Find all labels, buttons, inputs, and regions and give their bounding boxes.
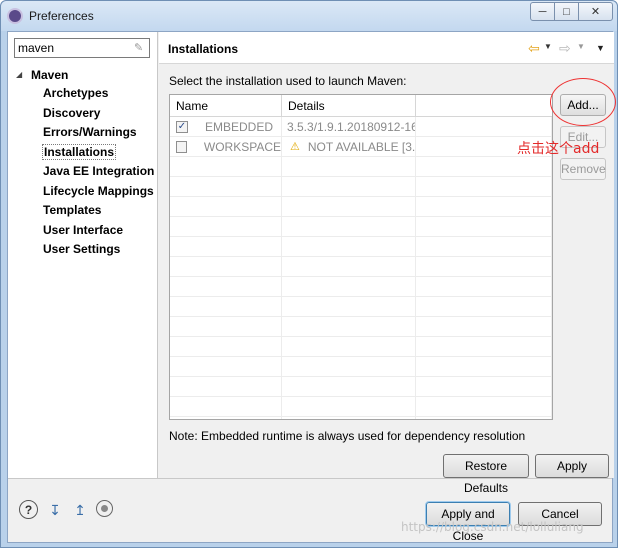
tree-item-user-interface[interactable]: User Interface bbox=[16, 221, 154, 241]
minimize-button[interactable]: ─ bbox=[530, 2, 555, 21]
watermark: https://blog.csdn.net/lolluliang bbox=[401, 520, 584, 534]
maximize-icon: □ bbox=[563, 5, 570, 18]
tree-item-label: Installations bbox=[41, 143, 117, 160]
forward-arrow-icon[interactable]: ⇨ bbox=[559, 40, 571, 57]
checkbox-unchecked[interactable] bbox=[176, 141, 187, 153]
empty-row bbox=[170, 257, 552, 277]
table-header: Name Details bbox=[170, 95, 552, 117]
tree-node-label: Maven bbox=[31, 67, 69, 82]
tree-item-label: Lifecycle Mappings bbox=[43, 183, 154, 198]
instruction-text: Select the installation used to launch M… bbox=[169, 74, 407, 88]
annotation-text: 点击这个add bbox=[517, 141, 600, 157]
installation-name: EMBEDDED bbox=[205, 120, 274, 134]
installation-name: WORKSPACE bbox=[203, 140, 281, 154]
row-name-cell: WORKSPACE bbox=[170, 137, 282, 157]
empty-row bbox=[170, 317, 552, 337]
column-header-name[interactable]: Name bbox=[170, 95, 282, 117]
preferences-navigation: ✎ ◢ Maven Archetypes Discovery Errors/Wa… bbox=[8, 32, 158, 478]
tree-item-user-settings[interactable]: User Settings bbox=[16, 240, 154, 260]
preferences-window: Preferences ─ □ ✕ ✎ ◢ Maven Archetypes D… bbox=[0, 0, 618, 548]
tree-item-label: User Settings bbox=[43, 242, 121, 256]
view-menu-icon[interactable]: ▼ bbox=[596, 43, 605, 53]
warning-icon: ⚠ bbox=[290, 141, 300, 153]
empty-row bbox=[170, 277, 552, 297]
clear-filter-icon[interactable]: ✎ bbox=[134, 41, 146, 55]
empty-row bbox=[170, 157, 552, 177]
eclipse-icon bbox=[7, 8, 23, 24]
empty-row bbox=[170, 357, 552, 377]
filter-input[interactable] bbox=[15, 39, 125, 57]
tree-item-label: Discovery bbox=[43, 105, 101, 120]
page-title: Installations bbox=[168, 42, 239, 56]
tree-node-maven[interactable]: ◢ Maven bbox=[16, 65, 154, 84]
page-header: Installations ⇦ ▼ ⇨ ▼ ▼ bbox=[159, 32, 614, 64]
import-icon[interactable]: ↧ bbox=[45, 500, 65, 520]
installations-table[interactable]: Name Details ✓ EMBEDDED 3.5.3/1.9.1.2018… bbox=[169, 94, 553, 420]
row-details-cell: 3.5.3/1.9.1.20180912-1600 bbox=[282, 117, 416, 137]
row-details-cell: ⚠ NOT AVAILABLE [3.0,) bbox=[282, 137, 416, 157]
tree-item-label: Errors/Warnings bbox=[43, 125, 137, 139]
window-title: Preferences bbox=[29, 9, 94, 23]
empty-row bbox=[170, 197, 552, 217]
tree-item-label: Java EE Integration bbox=[43, 164, 155, 178]
minimize-icon: ─ bbox=[538, 5, 547, 18]
empty-row bbox=[170, 177, 552, 197]
table-row[interactable]: WORKSPACE ⚠ NOT AVAILABLE [3.0,) bbox=[170, 137, 552, 157]
tree-item-label: User Interface bbox=[43, 222, 124, 237]
close-icon: ✕ bbox=[590, 6, 601, 18]
tree-item-errors-warnings[interactable]: Errors/Warnings bbox=[16, 123, 154, 143]
annotation-circle bbox=[550, 78, 616, 126]
installation-details: 3.5.3/1.9.1.20180912-1600 bbox=[287, 120, 415, 134]
tree-item-label: Templates bbox=[43, 203, 102, 217]
title-bar[interactable]: Preferences ─ □ ✕ bbox=[1, 1, 617, 31]
remove-button[interactable]: Remove bbox=[560, 158, 606, 180]
empty-row bbox=[170, 337, 552, 357]
tree-item-discovery[interactable]: Discovery bbox=[16, 104, 154, 124]
apply-button[interactable]: Apply bbox=[535, 454, 609, 478]
tree-item-lifecycle-mappings[interactable]: Lifecycle Mappings bbox=[16, 182, 154, 202]
close-button[interactable]: ✕ bbox=[578, 2, 613, 21]
empty-row bbox=[170, 237, 552, 257]
tree-item-label: Archetypes bbox=[43, 86, 109, 100]
forward-history-dropdown-icon[interactable]: ▼ bbox=[577, 42, 585, 51]
table-row[interactable]: ✓ EMBEDDED 3.5.3/1.9.1.20180912-1600 bbox=[170, 117, 552, 137]
back-history-dropdown-icon[interactable]: ▼ bbox=[544, 42, 552, 51]
record-icon[interactable] bbox=[96, 500, 113, 517]
column-header-filler bbox=[416, 95, 552, 117]
row-filler-cell bbox=[416, 117, 552, 137]
empty-row bbox=[170, 217, 552, 237]
empty-row bbox=[170, 377, 552, 397]
empty-row bbox=[170, 297, 552, 317]
back-arrow-icon[interactable]: ⇦ bbox=[528, 40, 540, 57]
column-header-details[interactable]: Details bbox=[282, 95, 416, 117]
footer-separator bbox=[8, 478, 612, 479]
tree-item-installations[interactable]: Installations bbox=[16, 143, 154, 163]
embedded-runtime-note: Note: Embedded runtime is always used fo… bbox=[169, 429, 526, 443]
collapse-icon[interactable]: ◢ bbox=[16, 70, 26, 79]
help-icon[interactable]: ? bbox=[19, 500, 38, 519]
preference-tree: ◢ Maven Archetypes Discovery Errors/Warn… bbox=[16, 65, 154, 260]
export-icon[interactable]: ↥ bbox=[70, 500, 90, 520]
empty-row bbox=[170, 417, 552, 419]
tree-item-java-ee-integration[interactable]: Java EE Integration bbox=[16, 162, 154, 182]
row-name-cell: ✓ EMBEDDED bbox=[170, 117, 282, 137]
installation-details: NOT AVAILABLE [3.0,) bbox=[307, 140, 416, 154]
tree-item-templates[interactable]: Templates bbox=[16, 201, 154, 221]
tree-item-archetypes[interactable]: Archetypes bbox=[16, 84, 154, 104]
maximize-button[interactable]: □ bbox=[554, 2, 579, 21]
restore-defaults-button[interactable]: Restore Defaults bbox=[443, 454, 529, 495]
dialog-body: ✎ ◢ Maven Archetypes Discovery Errors/Wa… bbox=[7, 31, 616, 543]
filter-field[interactable]: ✎ bbox=[14, 38, 150, 58]
empty-row bbox=[170, 397, 552, 417]
checkbox-checked[interactable]: ✓ bbox=[176, 121, 188, 133]
preference-page: Installations ⇦ ▼ ⇨ ▼ ▼ Select the insta… bbox=[159, 32, 616, 495]
